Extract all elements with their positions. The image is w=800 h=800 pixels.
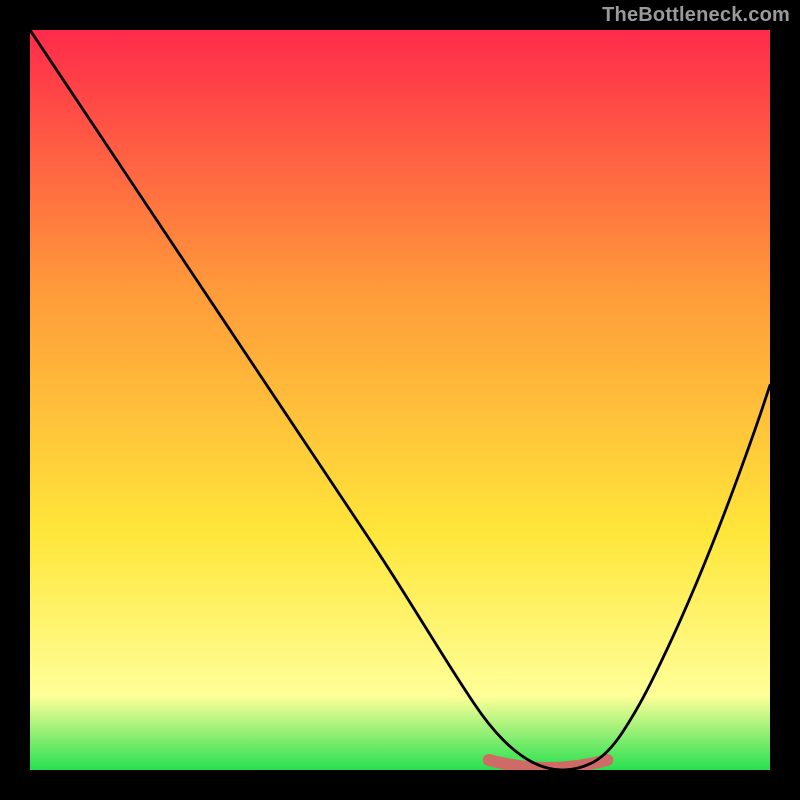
watermark-text: TheBottleneck.com	[602, 4, 790, 27]
plot-area	[30, 30, 770, 770]
chart-frame: TheBottleneck.com	[0, 0, 800, 800]
gradient-background	[30, 30, 770, 770]
chart-svg	[30, 30, 770, 770]
